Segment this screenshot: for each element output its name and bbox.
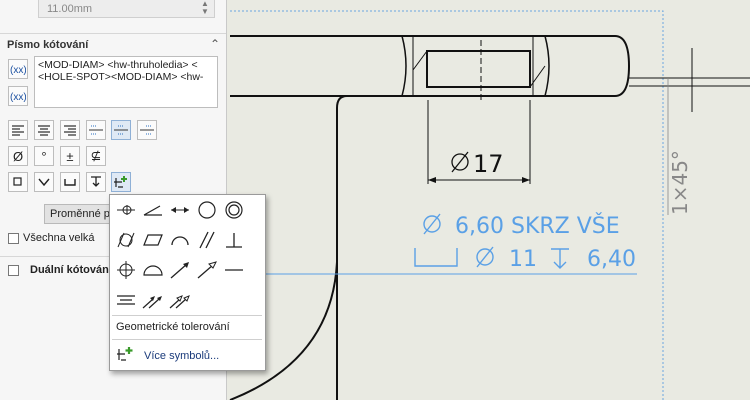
symmetry-icon[interactable] bbox=[113, 289, 139, 311]
dual-dimension-checkbox[interactable] bbox=[8, 265, 19, 276]
straightness-icon[interactable] bbox=[221, 259, 247, 281]
callout-line-1: 6,60 SKRZ VŠE bbox=[455, 213, 620, 239]
profile-of-line-icon[interactable] bbox=[167, 229, 193, 251]
position-icon[interactable] bbox=[113, 259, 139, 281]
drawing-sheet: 17 1×45° 6,60 SKRZ VŠE 11 6,40 bbox=[227, 10, 750, 400]
text-position-center-icon[interactable] bbox=[111, 120, 131, 140]
all-caps-checkbox[interactable] bbox=[8, 233, 19, 244]
more-symbols-plus-icon[interactable] bbox=[116, 346, 134, 365]
degree-symbol-button[interactable]: ° bbox=[34, 146, 54, 166]
total-runout-icon[interactable] bbox=[140, 289, 166, 311]
callout-depth-value: 6,40 bbox=[587, 247, 636, 272]
angularity-icon[interactable] bbox=[140, 199, 166, 221]
dimension-diameter-value: 17 bbox=[473, 150, 504, 178]
runout-open-arrow-icon[interactable] bbox=[194, 259, 220, 281]
double-arrow-icon[interactable] bbox=[167, 199, 193, 221]
text-position-left-icon[interactable] bbox=[86, 120, 106, 140]
chamfer-dimension-text: 1×45° bbox=[668, 150, 692, 215]
drawing-canvas[interactable]: 17 1×45° 6,60 SKRZ VŠE 11 6,40 bbox=[227, 0, 750, 400]
spin-arrows[interactable]: ▲ ▼ bbox=[196, 0, 214, 18]
svg-text:(xx): (xx) bbox=[10, 92, 26, 103]
perpendicularity-icon[interactable] bbox=[221, 229, 247, 251]
align-right-icon[interactable] bbox=[60, 120, 80, 140]
centerline-symbol-button[interactable]: ⊈ bbox=[86, 146, 106, 166]
total-runout-open-icon[interactable] bbox=[167, 289, 193, 311]
callout-diameter-value: 11 bbox=[509, 247, 537, 272]
variables-button[interactable]: Proměnné p bbox=[44, 204, 110, 224]
counterbore-symbol-icon[interactable] bbox=[60, 172, 80, 192]
cylindricity-icon[interactable] bbox=[113, 229, 139, 251]
plus-minus-symbol-button[interactable]: ± bbox=[60, 146, 80, 166]
parallelism-icon[interactable] bbox=[194, 229, 220, 251]
section-title: Písmo kótování bbox=[7, 39, 89, 51]
flatness-icon[interactable] bbox=[140, 229, 166, 251]
divider bbox=[112, 339, 262, 340]
gtol-tooltip-label[interactable]: Geometrické tolerování bbox=[116, 321, 230, 333]
profile-of-surface-icon[interactable] bbox=[140, 259, 166, 281]
link-text-icon[interactable]: (xx) bbox=[8, 59, 28, 79]
more-symbols-icon[interactable] bbox=[111, 172, 131, 192]
collapse-icon[interactable]: ⌃ bbox=[210, 37, 220, 51]
text-line-2: <HOLE-SPOT><MOD-DIAM> <hw- bbox=[38, 71, 204, 83]
dimension-text-box[interactable]: <MOD-DIAM> <hw-thruholedia> < <HOLE-SPOT… bbox=[34, 56, 218, 108]
dual-dimension-label: Duální kótován bbox=[30, 264, 109, 276]
text-line-1: <MOD-DIAM> <hw-thruholedia> < bbox=[38, 59, 198, 71]
value-field[interactable]: 11.00mm bbox=[38, 0, 215, 18]
symbol-popup: Geometrické tolerování Více symbolů... bbox=[109, 194, 266, 371]
concentricity-icon[interactable] bbox=[221, 199, 247, 221]
depth-symbol-icon[interactable] bbox=[86, 172, 106, 192]
square-symbol-icon[interactable] bbox=[8, 172, 28, 192]
divider bbox=[112, 315, 262, 316]
divider bbox=[0, 33, 226, 34]
diameter-symbol-button[interactable]: Ø bbox=[8, 146, 28, 166]
circular-runout-icon[interactable] bbox=[167, 259, 193, 281]
circularity-icon[interactable] bbox=[194, 199, 220, 221]
text-position-right-icon[interactable] bbox=[137, 120, 157, 140]
gtol-datum-target-icon[interactable] bbox=[113, 199, 139, 221]
align-center-icon[interactable] bbox=[34, 120, 54, 140]
more-symbols-link[interactable]: Více symbolů... bbox=[144, 350, 219, 362]
unlink-text-icon[interactable]: (xx) bbox=[8, 86, 28, 106]
align-left-icon[interactable] bbox=[8, 120, 28, 140]
svg-text:(xx): (xx) bbox=[10, 65, 26, 76]
all-caps-label: Všechna velká bbox=[23, 232, 95, 244]
countersink-symbol-icon[interactable] bbox=[34, 172, 54, 192]
